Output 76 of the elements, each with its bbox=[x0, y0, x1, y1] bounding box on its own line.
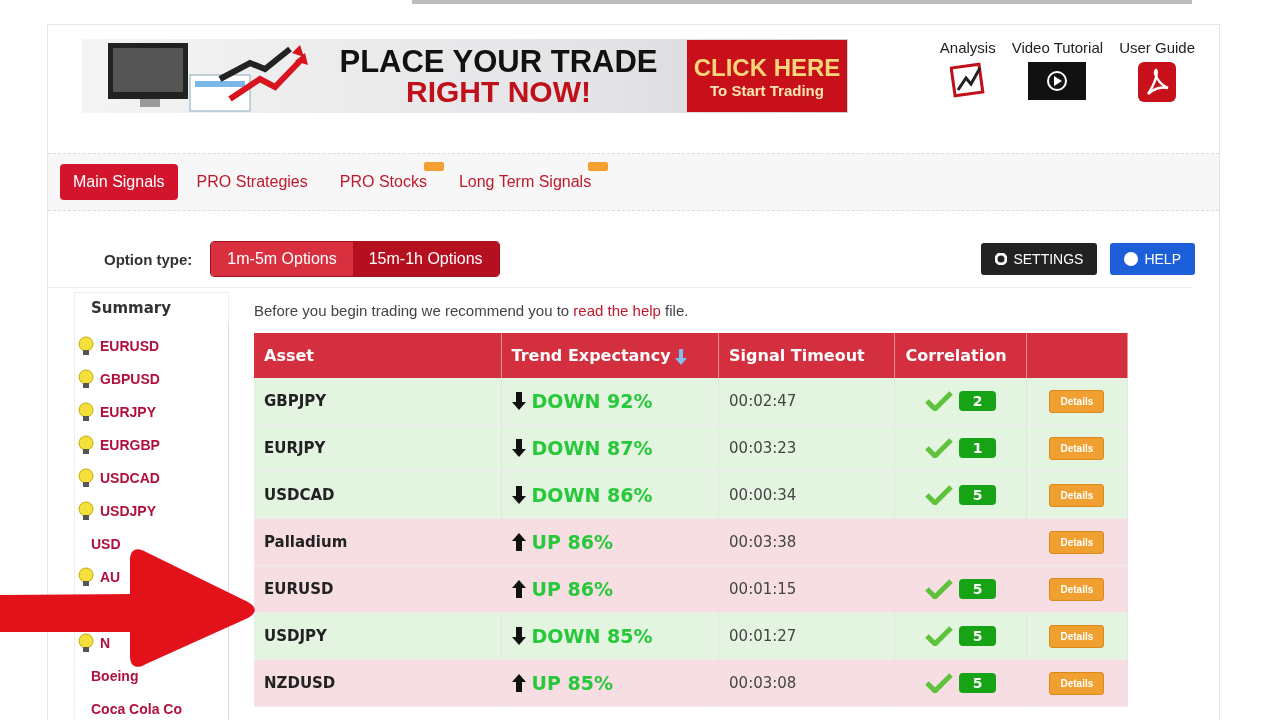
tab[interactable]: PRO Stocks bbox=[326, 164, 440, 200]
resource-link[interactable]: Analysis bbox=[939, 39, 996, 56]
timeout-value: 00:03:23 bbox=[729, 439, 797, 457]
checkmark-icon bbox=[924, 626, 953, 646]
option-toggle[interactable]: 15m-1h Options bbox=[352, 242, 499, 276]
asset-name: Palladium bbox=[264, 533, 348, 551]
settings-icon bbox=[995, 253, 1008, 265]
column-header[interactable]: Signal Timeout bbox=[718, 333, 895, 378]
pdf-icon[interactable] bbox=[1138, 62, 1177, 102]
trade-banner[interactable]: PLACE YOUR TRADE RIGHT NOW! CLICK HERE To Start Trading bbox=[82, 39, 848, 113]
trend-value: UP 85% bbox=[531, 672, 613, 694]
correlation-badge: 1 bbox=[958, 438, 997, 458]
tab[interactable]: Main Signals bbox=[60, 164, 178, 200]
asset-name: GBPJPY bbox=[264, 392, 327, 410]
rising-arrows-icon bbox=[218, 45, 308, 102]
help-button[interactable]: HELP bbox=[1110, 243, 1195, 275]
call-to-action-button[interactable]: CLICK HERE To Start Trading bbox=[687, 40, 847, 112]
timeout-value: 00:02:47 bbox=[729, 392, 797, 410]
trend-value: DOWN 86% bbox=[531, 484, 653, 506]
checkmark-icon bbox=[924, 391, 953, 411]
video-play-icon[interactable] bbox=[1028, 62, 1087, 100]
timeout-value: 00:03:38 bbox=[729, 533, 797, 551]
correlation-badge: 5 bbox=[958, 673, 997, 693]
help-link[interactable]: read the help bbox=[573, 302, 661, 319]
trend-value: DOWN 85% bbox=[531, 625, 653, 647]
checkmark-icon bbox=[924, 485, 953, 505]
resource-link[interactable]: User Guide bbox=[1119, 39, 1195, 56]
asset-name: NZDUSD bbox=[264, 674, 336, 692]
trend-value: DOWN 92% bbox=[531, 390, 653, 412]
sidebar-item[interactable]: Boeing bbox=[75, 666, 145, 685]
sidebar-item[interactable]: N bbox=[75, 631, 117, 654]
sort-icon[interactable] bbox=[674, 348, 687, 365]
trend-value: UP 86% bbox=[531, 578, 613, 600]
column-header[interactable]: Asset bbox=[254, 333, 502, 378]
sidebar-item[interactable]: Coca Cola Co bbox=[75, 699, 188, 718]
banner-headline: PLACE YOUR TRADE bbox=[339, 45, 658, 77]
option-type-label: Option type: bbox=[104, 250, 193, 268]
tab[interactable]: Long Term Signals bbox=[445, 164, 605, 200]
sidebar-item[interactable]: AU bbox=[75, 565, 127, 588]
option-toggle[interactable]: 1m-5m Options bbox=[211, 242, 353, 276]
sidebar-item[interactable]: EURUSD bbox=[75, 334, 166, 357]
trend-value: DOWN 87% bbox=[531, 437, 653, 459]
asset-name: USDJPY bbox=[264, 627, 327, 645]
correlation-badge: 2 bbox=[958, 391, 997, 411]
checkmark-icon bbox=[924, 673, 953, 693]
chart-pencil-icon[interactable] bbox=[949, 62, 986, 98]
asset-name: EURUSD bbox=[264, 580, 334, 598]
timeout-value: 00:00:34 bbox=[729, 486, 797, 504]
settings-button[interactable]: SETTINGS bbox=[981, 243, 1098, 275]
asset-name: USDCAD bbox=[264, 486, 335, 504]
column-header[interactable]: Trend Expectancy bbox=[501, 333, 719, 378]
correlation-badge: 5 bbox=[958, 579, 997, 599]
correlation-badge: 5 bbox=[958, 626, 997, 646]
timeout-value: 00:01:15 bbox=[729, 580, 797, 598]
asset-name: EURJPY bbox=[264, 439, 326, 457]
sidebar-item[interactable]: GBPUSD bbox=[75, 367, 166, 390]
sidebar-item[interactable]: USD bbox=[75, 534, 127, 553]
sidebar-item[interactable]: USDJPY bbox=[75, 499, 163, 522]
monitor-icon bbox=[108, 43, 188, 107]
summary-tab[interactable]: Summary bbox=[74, 292, 229, 323]
checkmark-icon bbox=[924, 438, 953, 458]
intro-text: Before you begin trading we recommend you to read the help file. bbox=[254, 302, 690, 319]
checkmark-icon bbox=[924, 579, 953, 599]
timeout-value: 00:03:08 bbox=[729, 674, 797, 692]
sidebar-item[interactable]: USDCAD bbox=[75, 466, 166, 489]
tablet-icon bbox=[189, 74, 251, 112]
sidebar-item[interactable]: EURJPY bbox=[75, 400, 163, 423]
resource-link[interactable]: Video Tutorial bbox=[1011, 39, 1104, 56]
trend-value: UP 86% bbox=[531, 531, 613, 553]
help-icon bbox=[1124, 252, 1139, 266]
timeout-value: 00:01:27 bbox=[729, 627, 797, 645]
tab[interactable]: PRO Strategies bbox=[183, 164, 321, 200]
correlation-badge: 5 bbox=[958, 485, 997, 505]
banner-headline: RIGHT NOW! bbox=[406, 76, 591, 107]
sidebar-item[interactable]: EURGBP bbox=[75, 433, 166, 456]
column-header[interactable]: Correlation bbox=[894, 333, 1027, 378]
